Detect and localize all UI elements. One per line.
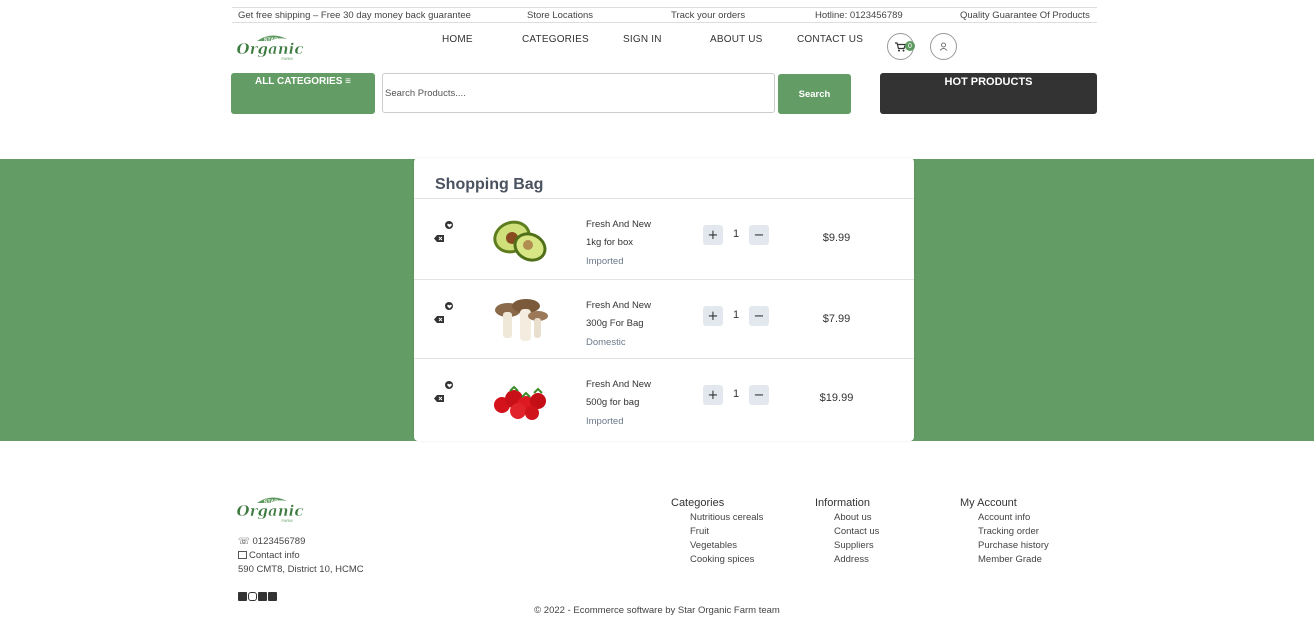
cart-button[interactable]: 0	[887, 33, 915, 60]
building-icon	[238, 551, 247, 559]
top-info-bar: Get free shipping – Free 30 day money ba…	[232, 7, 1097, 23]
user-icon	[939, 42, 948, 51]
avocado-image	[488, 215, 552, 267]
item-price: $7.99	[822, 313, 851, 325]
item-quantity: 1	[732, 228, 740, 240]
mushroom-image	[488, 296, 552, 348]
quality-text: Quality Guarantee Of Products	[960, 10, 1090, 21]
cart-item-row: Fresh And New 500g for bag Imported + 1 …	[414, 359, 914, 439]
linkedin-icon[interactable]	[268, 592, 277, 601]
track-orders-link[interactable]: Track your orders	[671, 10, 745, 21]
footer-link[interactable]: Fruit	[690, 526, 709, 537]
item-quantity: 1	[732, 388, 740, 400]
increase-qty-button[interactable]: +	[703, 225, 723, 245]
item-quantity: 1	[732, 309, 740, 321]
footer-link[interactable]: Nutritious cereals	[690, 512, 763, 523]
footer-contact-info[interactable]: Contact info	[238, 550, 300, 561]
footer-address: 590 CMT8, District 10, HCMC	[238, 564, 364, 575]
remove-item-icon[interactable]	[434, 395, 444, 402]
increase-qty-button[interactable]: +	[703, 306, 723, 326]
decrease-qty-button[interactable]: −	[749, 306, 769, 326]
decrease-qty-button[interactable]: −	[749, 225, 769, 245]
footer-link[interactable]: About us	[834, 512, 872, 523]
shipping-text: Get free shipping – Free 30 day money ba…	[238, 10, 471, 21]
decrease-qty-button[interactable]: −	[749, 385, 769, 405]
footer-link[interactable]: Contact us	[834, 526, 879, 537]
instagram-icon[interactable]	[248, 592, 257, 601]
shopping-bag-title: Shopping Bag	[435, 176, 544, 193]
remove-item-icon[interactable]	[434, 316, 444, 323]
item-size: 300g For Bag	[586, 318, 644, 329]
shopping-bag-panel: Shopping Bag Fresh And New 1kg for box I…	[414, 158, 914, 441]
footer-col-title: My Account	[960, 497, 1017, 509]
footer-link[interactable]: Vegetables	[690, 540, 737, 551]
favorite-heart-icon[interactable]	[445, 381, 453, 389]
cart-item-row: Fresh And New 1kg for box Imported + 1 −…	[414, 199, 914, 279]
cart-count-badge: 0	[905, 41, 915, 51]
logo-farm-text: FARM	[281, 518, 292, 523]
footer-link[interactable]: Tracking order	[978, 526, 1039, 537]
account-button[interactable]	[930, 33, 957, 60]
item-origin: Domestic	[586, 337, 626, 348]
twitter-icon[interactable]	[258, 592, 267, 601]
item-origin: Imported	[586, 416, 624, 427]
nav-contact-us[interactable]: CONTACT US	[797, 34, 863, 45]
logo-farm-text: FARM	[281, 56, 292, 61]
increase-qty-button[interactable]: +	[703, 385, 723, 405]
nav-home[interactable]: HOME	[442, 34, 473, 45]
hot-products-button[interactable]: HOT PRODUCTS	[880, 73, 1097, 114]
hotline-text: Hotline: 0123456789	[815, 10, 903, 21]
item-size: 1kg for box	[586, 237, 633, 248]
item-price: $19.99	[819, 392, 854, 404]
header-logo[interactable]: STAR Organic FARM	[237, 33, 305, 63]
copyright-text: © 2022 - Ecommerce software by Star Orga…	[534, 605, 780, 616]
item-price: $9.99	[822, 232, 851, 244]
footer-link[interactable]: Account info	[978, 512, 1030, 523]
logo-name-text: Organic	[237, 40, 303, 58]
nav-about-us[interactable]: ABOUT US	[710, 34, 763, 45]
item-size: 500g for bag	[586, 397, 640, 408]
footer-link[interactable]: Suppliers	[834, 540, 874, 551]
favorite-heart-icon[interactable]	[445, 221, 453, 229]
all-categories-button[interactable]: ALL CATEGORIES ≡	[231, 73, 375, 114]
footer-col-title: Information	[815, 497, 871, 509]
item-name: Fresh And New	[586, 300, 651, 311]
logo-name-text: Organic	[237, 502, 303, 520]
nav-categories[interactable]: CATEGORIES	[522, 34, 589, 45]
facebook-icon[interactable]	[238, 592, 247, 601]
search-input[interactable]	[382, 73, 775, 113]
cart-item-row: Fresh And New 300g For Bag Domestic + 1 …	[414, 280, 914, 360]
nav-sign-in[interactable]: SIGN IN	[623, 34, 662, 45]
remove-item-icon[interactable]	[434, 235, 444, 242]
store-locations-link[interactable]: Store Locations	[527, 10, 593, 21]
social-links	[238, 592, 277, 601]
contact-info-label: Contact info	[249, 550, 300, 561]
search-button[interactable]: Search	[778, 74, 851, 114]
item-origin: Imported	[586, 256, 624, 267]
footer-link[interactable]: Purchase history	[978, 540, 1049, 551]
all-categories-label: ALL CATEGORIES	[254, 76, 343, 87]
item-name: Fresh And New	[586, 379, 651, 390]
footer-col-title: Categories	[671, 497, 725, 509]
footer-link[interactable]: Address	[834, 554, 869, 565]
menu-icon: ≡	[345, 76, 352, 87]
footer-link[interactable]: Member Grade	[978, 554, 1042, 565]
item-name: Fresh And New	[586, 219, 651, 230]
footer-link[interactable]: Cooking spices	[690, 554, 754, 565]
footer-logo[interactable]: STAR Organic FARM	[237, 495, 305, 525]
strawberry-image	[488, 375, 552, 427]
footer-phone: ☏ 0123456789	[238, 536, 306, 547]
favorite-heart-icon[interactable]	[445, 302, 453, 310]
